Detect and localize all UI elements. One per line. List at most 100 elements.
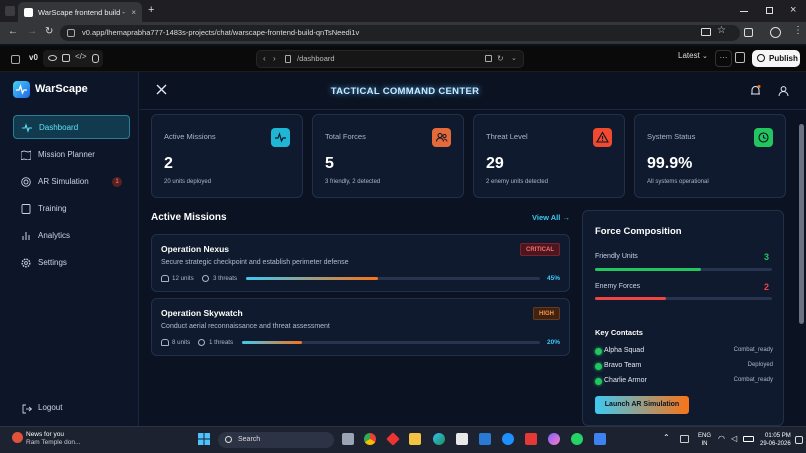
copilot-icon[interactable] xyxy=(548,433,560,445)
news-sub: Ram Temple don... xyxy=(26,439,81,446)
sidebar-item-settings[interactable]: Settings xyxy=(13,251,130,275)
edge-icon[interactable] xyxy=(433,433,445,445)
bookmark-star-icon[interactable]: ☆ xyxy=(717,25,726,36)
maximize-icon[interactable] xyxy=(766,7,773,14)
scrollbar-thumb[interactable] xyxy=(799,124,804,324)
book-icon xyxy=(21,204,31,214)
notifications-icon[interactable] xyxy=(795,436,803,444)
route-forward-icon[interactable]: › xyxy=(273,51,276,67)
app-icon[interactable] xyxy=(456,433,468,445)
mission-card[interactable]: Operation Skywatch Conduct aerial reconn… xyxy=(151,298,570,356)
logout-button[interactable]: Logout xyxy=(22,403,62,414)
route-bar[interactable]: ‹ › /dashboard ↻ ⌄ xyxy=(256,50,524,68)
force-composition-panel xyxy=(582,210,784,426)
start-menu-icon[interactable] xyxy=(198,433,210,445)
panel-title: Force Composition xyxy=(595,226,682,237)
bell-icon[interactable] xyxy=(750,85,761,97)
version-label: Latest xyxy=(678,51,700,60)
sidebar-item-analytics[interactable]: Analytics xyxy=(13,224,130,248)
version-select[interactable]: Latest ⌄ xyxy=(678,51,708,60)
url-bar[interactable]: v0.app/lhemaprabha777-1483s-projects/cha… xyxy=(60,25,740,41)
sidebar-toggle-icon[interactable] xyxy=(11,55,20,64)
mail-icon[interactable] xyxy=(479,433,491,445)
back-icon[interactable]: ← xyxy=(8,26,18,37)
extensions-icon[interactable] xyxy=(744,28,753,37)
close-tab-icon[interactable]: × xyxy=(131,8,136,17)
chrome-icon[interactable] xyxy=(364,433,376,445)
map-icon xyxy=(21,150,31,160)
contact-item[interactable]: Alpha Squad Combat_ready xyxy=(595,346,773,358)
install-app-icon[interactable] xyxy=(701,28,711,36)
database-icon[interactable] xyxy=(92,54,99,63)
weather-icon[interactable] xyxy=(12,432,23,443)
chevron-up-icon[interactable]: ⌃ xyxy=(663,433,670,442)
tab-strip-menu-icon[interactable] xyxy=(5,6,15,16)
user-icon[interactable] xyxy=(778,85,789,97)
stat-label: System Status xyxy=(647,132,696,141)
stat-card-active-missions: Active Missions 2 20 units deployed xyxy=(151,114,303,198)
stat-card-total-forces: Total Forces 5 3 friendly, 2 detected xyxy=(312,114,464,198)
language-indicator[interactable]: ENG IN xyxy=(698,432,711,448)
code-icon[interactable]: </> xyxy=(75,52,87,61)
profile-avatar-icon[interactable] xyxy=(770,27,781,38)
close-icon[interactable] xyxy=(156,84,167,95)
share-icon[interactable] xyxy=(735,52,745,63)
site-info-icon[interactable] xyxy=(67,29,75,37)
units-text: 12 units xyxy=(172,275,194,282)
stat-card-threat-level: Threat Level 29 2 enemy units detected xyxy=(473,114,625,198)
enemy-progress-track xyxy=(595,297,772,300)
close-window-icon[interactable]: × xyxy=(790,4,796,16)
file-explorer-icon[interactable] xyxy=(409,433,421,445)
preview-eye-icon[interactable] xyxy=(48,55,57,61)
open-external-icon[interactable] xyxy=(485,55,492,62)
sidebar-item-mission-planner[interactable]: Mission Planner xyxy=(13,143,130,167)
mission-card[interactable]: Operation Nexus Secure strategic checkpo… xyxy=(151,234,570,292)
app-icon[interactable] xyxy=(594,433,606,445)
volume-icon[interactable]: ◁ xyxy=(731,434,737,443)
status-dot xyxy=(595,378,602,385)
browser-titlebar: WarScape frontend build - v0 b × + × xyxy=(0,0,806,22)
app-tray-icon[interactable] xyxy=(680,435,689,443)
sidebar-item-ar-simulation[interactable]: AR Simulation 1 xyxy=(13,170,130,194)
contact-item[interactable]: Charlie Armor Combat_ready xyxy=(595,376,773,388)
threat-count: 1 threats xyxy=(198,339,233,346)
browser-tab[interactable]: WarScape frontend build - v0 b × xyxy=(18,2,142,22)
new-tab-icon[interactable]: + xyxy=(148,4,154,16)
refresh-preview-icon[interactable]: ↻ xyxy=(497,51,504,67)
forward-icon[interactable]: → xyxy=(27,26,37,37)
page-icon xyxy=(285,55,291,63)
contact-item[interactable]: Bravo Team Deployed xyxy=(595,361,773,373)
task-view-icon[interactable] xyxy=(342,433,354,445)
design-icon[interactable] xyxy=(62,54,70,62)
battery-icon[interactable] xyxy=(743,436,754,442)
whatsapp-icon[interactable] xyxy=(571,433,583,445)
mission-desc: Conduct aerial reconnaissance and threat… xyxy=(161,323,330,330)
sidebar-item-training[interactable]: Training xyxy=(13,197,130,221)
contact-status: Deployed xyxy=(747,362,773,368)
app-icon[interactable] xyxy=(525,433,537,445)
reload-icon[interactable]: ↻ xyxy=(45,26,53,37)
more-options-icon[interactable]: ··· xyxy=(715,50,732,67)
minimize-icon[interactable] xyxy=(740,11,748,12)
threats-text: 3 threats xyxy=(213,275,238,282)
publish-button[interactable]: Publish xyxy=(752,50,800,67)
enemy-forces-value: 2 xyxy=(764,282,770,292)
activity-icon xyxy=(271,128,290,147)
news-widget[interactable]: News for you Ram Temple don... xyxy=(26,431,80,447)
users-icon xyxy=(161,339,169,346)
launch-ar-simulation-button[interactable]: Launch AR Simulation xyxy=(595,396,689,414)
v0-favicon-icon xyxy=(24,7,33,17)
route-back-icon[interactable]: ‹ xyxy=(263,51,266,67)
chrome-menu-icon[interactable]: ⋮ xyxy=(793,25,803,36)
sidebar-item-dashboard[interactable]: Dashboard xyxy=(13,115,130,139)
taskbar-search[interactable]: Search xyxy=(218,432,334,448)
system-clock[interactable]: 01:05 PM 29-06-2026 xyxy=(760,432,791,448)
clock-icon xyxy=(754,128,773,147)
view-all-link[interactable]: View All → xyxy=(532,213,570,222)
v0-logo-icon[interactable]: v0 xyxy=(29,53,38,62)
wifi-icon[interactable]: ◠ xyxy=(718,434,725,443)
route-dropdown-icon[interactable]: ⌄ xyxy=(511,51,517,67)
section-title: Active Missions xyxy=(151,212,227,223)
route-path: /dashboard xyxy=(297,54,335,63)
help-icon[interactable] xyxy=(502,433,514,445)
